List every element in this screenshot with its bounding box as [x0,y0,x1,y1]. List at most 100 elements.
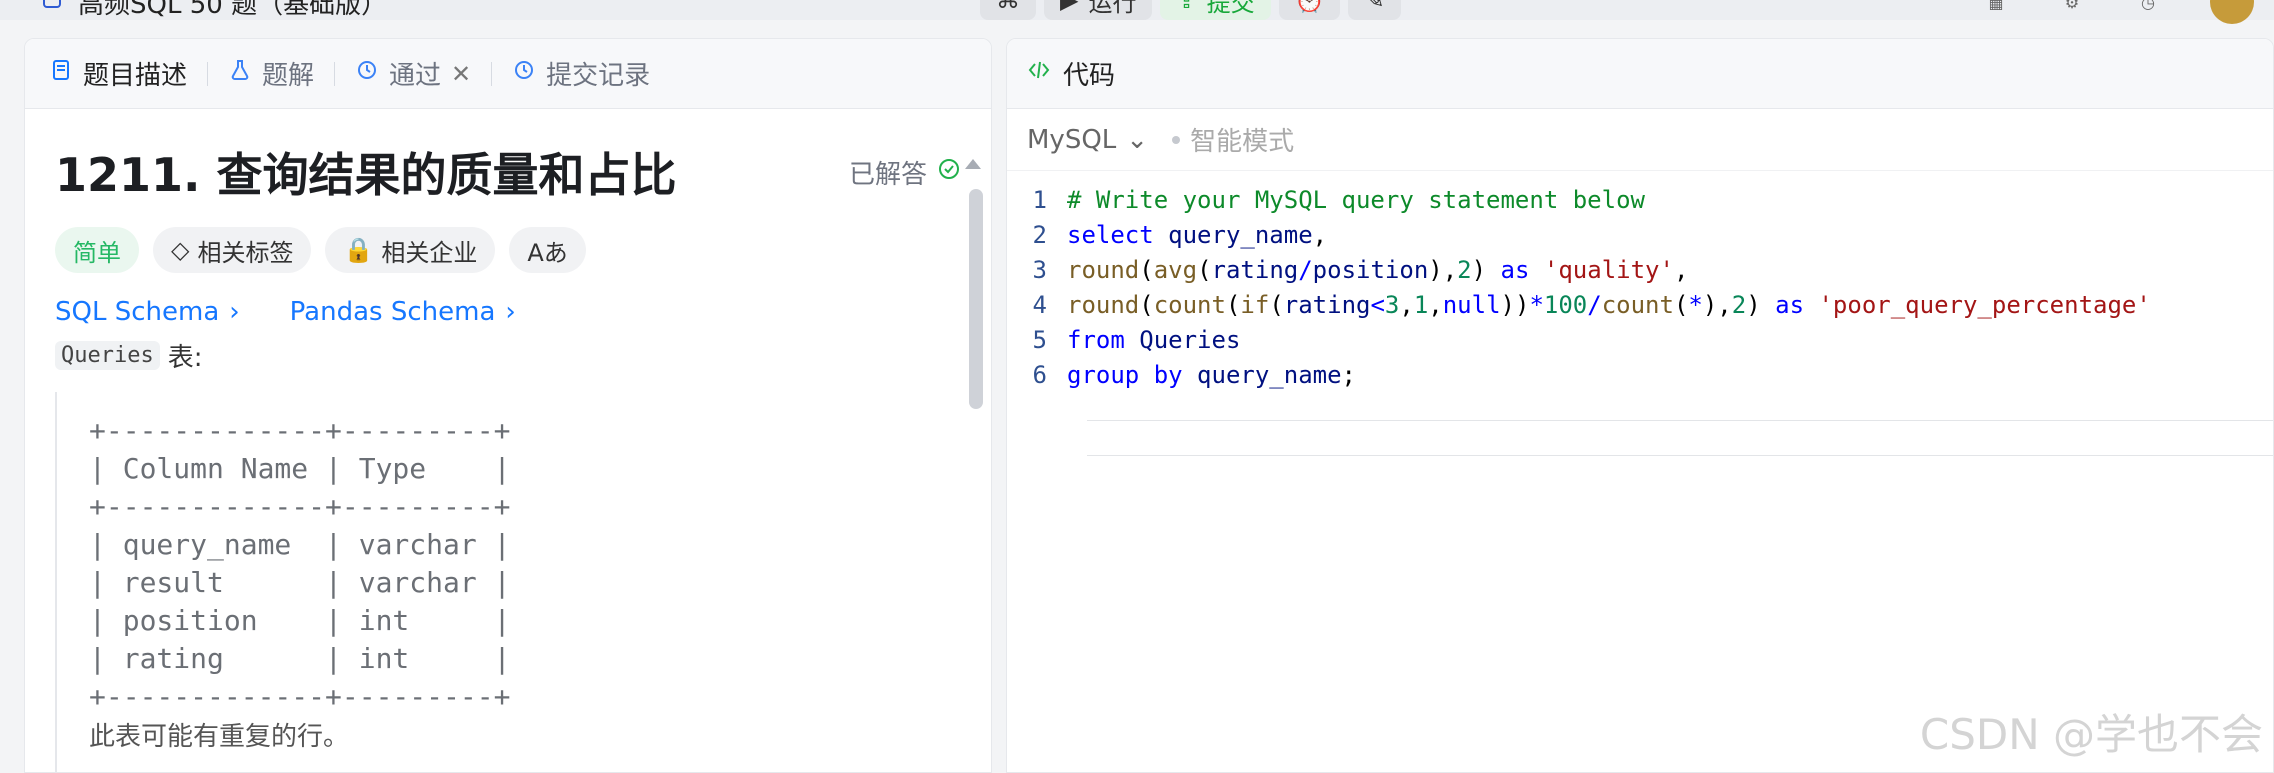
submit-label: 提交 [1206,0,1255,17]
history-icon [355,58,379,89]
tab-description[interactable]: 题目描述 [49,55,187,92]
smart-mode[interactable]: 智能模式 [1172,121,1294,158]
scroll-up-arrow[interactable] [965,159,981,169]
line-number: 2 [1032,221,1047,249]
chevron-right-icon: › [229,297,240,327]
top-left-area: 高频SQL 50 题（基础版） [40,0,387,20]
tab-submissions-label: 提交记录 [546,61,651,91]
play-icon: ▶ [1060,0,1079,14]
code-text[interactable]: group by query_name; [1067,358,1356,393]
tab-submissions[interactable]: 提交记录 [512,55,650,92]
table-name: Queries [55,341,160,370]
schema-line: +-------------+---------+ [89,490,511,523]
cloud-upload-icon: ⇪ [1176,0,1197,14]
debug-button[interactable]: ⌘ [980,0,1036,20]
line-number: 3 [1032,256,1047,284]
document-icon [49,58,73,89]
code-panel: 代码 MySQL ⌄ 智能模式 1 # Write your MySQL que… [1006,38,2274,773]
code-line[interactable]: 6 group by query_name; [1007,358,2273,393]
pandas-schema-label: Pandas Schema [289,297,496,327]
tab-divider [207,61,209,86]
avatar[interactable] [2210,0,2254,24]
top-bar: 高频SQL 50 题（基础版） ⌘ ▶ 运行 ⇪ 提交 ⏰ ✎ ▦ ⚙ ◷ [0,0,2274,24]
table-note: 此表可能有重复的行。 [89,722,350,752]
line-number: 6 [1032,361,1047,389]
schema-line: | result | varchar | [89,566,511,599]
chevron-down-icon: ⌄ [1126,124,1149,155]
tab-accepted[interactable]: 通过 ✕ [355,55,471,92]
submit-button[interactable]: ⇪ 提交 [1160,0,1271,20]
notes-button[interactable]: ✎ [1348,0,1401,20]
lock-icon: 🔒 [343,236,374,264]
current-line-border [1087,420,2273,421]
translate-label: Aあ [527,238,568,267]
layout-icon[interactable]: ▦ [1982,0,2010,16]
code-text[interactable]: round(avg(rating/position),2) as 'qualit… [1067,253,1688,288]
problem-list-icon[interactable] [40,0,64,18]
settings-icon[interactable]: ⚙ [2058,0,2086,16]
related-companies-button[interactable]: 🔒 相关企业 [325,227,496,273]
history-icon [512,58,536,89]
alarm-icon: ⏰ [1294,0,1325,14]
smart-mode-label: 智能模式 [1190,127,1295,157]
problem-tabs: 题目描述 题解 通过 ✕ 提交记录 [25,39,991,109]
editor-toolbar: MySQL ⌄ 智能模式 [1007,109,2273,171]
tab-accepted-label: 通过 [389,61,442,91]
run-button[interactable]: ▶ 运行 [1044,0,1153,20]
code-header-label: 代码 [1063,61,1116,91]
code-line[interactable]: 2 select query_name, [1007,218,2273,253]
line-number: 1 [1032,186,1047,214]
difficulty-tag[interactable]: 简单 [55,227,139,273]
check-circle-icon [937,157,961,188]
code-line[interactable]: 3 round(avg(rating/position),2) as 'qual… [1007,253,2273,288]
language-select[interactable]: MySQL ⌄ [1027,125,1148,155]
schema-line: +-------------+---------+ [89,680,511,713]
code-text[interactable]: round(count(if(rating<3,1,null))*100/cou… [1067,288,2151,323]
solved-status: 已解答 [849,154,961,191]
timer-icon[interactable]: ◷ [2134,0,2162,16]
timer-button[interactable]: ⏰ [1278,0,1341,20]
language-label: MySQL [1027,124,1117,155]
schema-line: +-------------+---------+ [89,414,511,447]
translate-button[interactable]: Aあ [509,227,586,273]
problem-list-title[interactable]: 高频SQL 50 题（基础版） [78,0,387,21]
code-editor[interactable]: 1 # Write your MySQL query statement bel… [1007,171,2273,456]
schema-line: | Column Name | Type | [89,452,511,485]
sql-schema-label: SQL Schema [55,297,220,327]
related-tags-label: 相关标签 [197,238,294,267]
note-icon: ✎ [1364,0,1385,14]
top-actions: ⌘ ▶ 运行 ⇪ 提交 ⏰ ✎ [980,0,1401,20]
code-line[interactable]: 5 from Queries [1007,323,2273,358]
tag-icon: ◇ [171,236,190,264]
close-icon[interactable]: ✕ [451,60,471,88]
solved-label: 已解答 [848,159,927,190]
problem-panel: 题目描述 题解 通过 ✕ 提交记录 1211. 查询结果的质量和占比 已解答 简… [24,38,992,773]
table-caption-suffix: 表: [167,343,203,373]
tab-divider [334,61,336,86]
code-text[interactable]: select query_name, [1067,218,1327,253]
scrollbar-thumb[interactable] [969,189,983,409]
problem-title: 1211. 查询结果的质量和占比 [55,148,677,202]
tab-divider [491,61,493,86]
code-text[interactable]: from Queries [1067,323,1240,358]
title-row: 1211. 查询结果的质量和占比 已解答 [55,139,961,205]
csdn-watermark: CSDN @学也不会 [1919,710,2263,759]
tab-solutions[interactable]: 题解 [228,55,314,92]
code-line[interactable]: 4 round(count(if(rating<3,1,null))*100/c… [1007,288,2273,323]
smart-mode-dot [1172,135,1181,144]
table-caption: Queries 表: [55,337,961,374]
code-line[interactable]: 1 # Write your MySQL query statement bel… [1007,183,2273,218]
related-tags-button[interactable]: ◇ 相关标签 [153,227,312,273]
schema-line: | position | int | [89,604,511,637]
line-number: 5 [1032,326,1047,354]
pandas-schema-link[interactable]: Pandas Schema › [290,297,516,327]
code-icon [1027,58,1051,89]
bug-icon: ⌘ [996,0,1020,14]
problem-content: 1211. 查询结果的质量和占比 已解答 简单 ◇ 相关标签 🔒 相关企业 Aあ [25,109,991,772]
line-number: 4 [1032,291,1047,319]
related-companies-label: 相关企业 [381,238,478,267]
sql-schema-link[interactable]: SQL Schema › [55,297,240,327]
code-text[interactable]: # Write your MySQL query statement below [1067,183,1645,218]
schema-line: | rating | int | [89,642,511,675]
code-header: 代码 [1007,39,2273,109]
